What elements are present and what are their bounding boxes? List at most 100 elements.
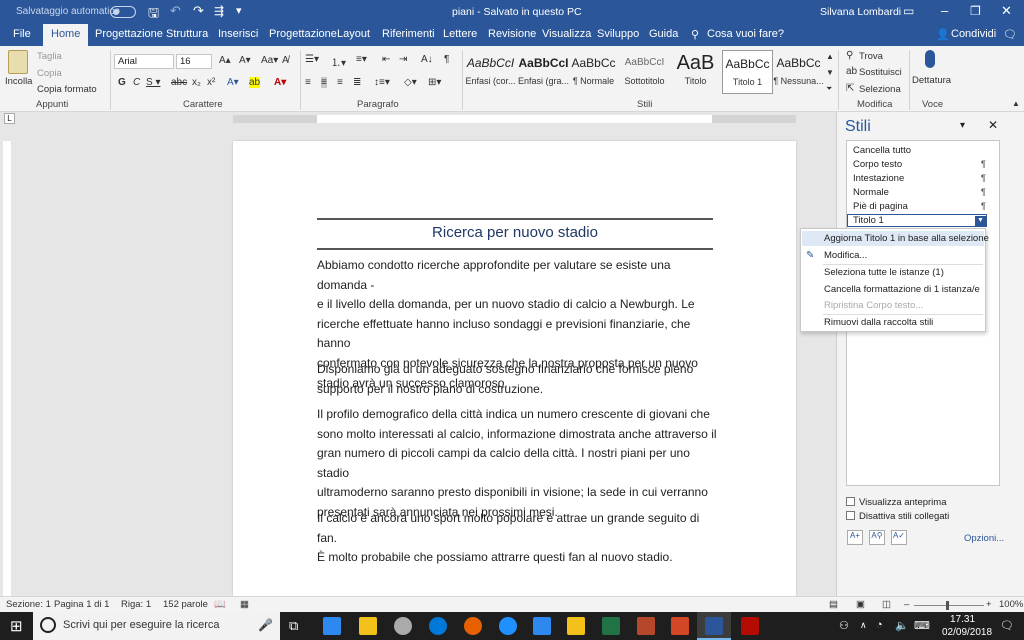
- customize-toolbar-icon[interactable]: ▾: [236, 4, 242, 17]
- style-item-pie-di-pagina[interactable]: Piè di pagina: [853, 201, 908, 212]
- copy-button[interactable]: Copia: [37, 68, 62, 79]
- style-item-corpo-testo[interactable]: Corpo testo: [853, 159, 902, 170]
- minimize-icon[interactable]: –: [941, 3, 948, 18]
- word-count[interactable]: 152 parole: [163, 599, 208, 610]
- menu-item-select-all-instances[interactable]: Seleziona tutte le istanze (1): [824, 267, 944, 278]
- style-nessuna-spaziatura[interactable]: AaBbCc ¶ Nessuna...: [773, 50, 824, 94]
- tab-inserisci[interactable]: Inserisci: [218, 28, 258, 40]
- bold-icon[interactable]: G: [118, 77, 126, 88]
- clock-time[interactable]: 17.31: [950, 614, 975, 625]
- internet-explorer-icon[interactable]: [499, 617, 517, 635]
- style-sottotitolo[interactable]: AaBbCcI Sottotitolo: [619, 50, 670, 94]
- file-explorer-icon[interactable]: [359, 617, 377, 635]
- document-heading[interactable]: Ricerca per nuovo stadio: [317, 224, 713, 241]
- style-dropdown-icon[interactable]: ▼: [975, 216, 986, 226]
- style-titolo-1[interactable]: AaBbCc Titolo 1: [722, 50, 773, 94]
- redo-icon[interactable]: ↷: [193, 3, 204, 19]
- line-spacing-icon[interactable]: ↕≡▾: [374, 77, 390, 88]
- taskbar-search-input[interactable]: Scrivi qui per eseguire la ricerca: [63, 619, 220, 631]
- style-titolo[interactable]: AaB Titolo: [670, 50, 721, 94]
- section-indicator[interactable]: Sezione: 1: [6, 599, 51, 610]
- app-icon-generic[interactable]: [323, 617, 341, 635]
- numbering-icon[interactable]: ⒈▾: [331, 54, 346, 69]
- style-enfasi-corsivo[interactable]: AaBbCcI Enfasi (cor...: [465, 50, 516, 94]
- tell-me-search[interactable]: Cosa vuoi fare?: [707, 28, 784, 40]
- gallery-more-icon[interactable]: ⏷: [826, 84, 832, 94]
- sort-icon[interactable]: A↓: [421, 54, 433, 65]
- select-button[interactable]: Seleziona: [859, 84, 901, 95]
- zoom-in-icon[interactable]: +: [986, 599, 992, 610]
- zoom-out-icon[interactable]: –: [904, 599, 909, 610]
- style-item-cancella-tutto[interactable]: Cancella tutto: [853, 145, 911, 156]
- font-color-icon[interactable]: A▾: [274, 77, 286, 88]
- change-case-icon[interactable]: Aa▾: [261, 55, 278, 66]
- clear-formatting-icon[interactable]: A̸: [282, 55, 289, 66]
- tab-struttura[interactable]: Struttura: [166, 28, 208, 40]
- firefox-icon[interactable]: [464, 617, 482, 635]
- maximize-icon[interactable]: ❐: [970, 4, 981, 18]
- body-paragraph[interactable]: Il calcio è ancora uno sport molto popol…: [317, 509, 717, 568]
- comments-icon[interactable]: 🗨: [1003, 28, 1017, 41]
- style-item-titolo-1[interactable]: Titolo 1: [853, 215, 884, 226]
- undo-icon[interactable]: ↶: [170, 3, 181, 19]
- ribbon-display-icon[interactable]: ▭: [903, 4, 914, 18]
- menu-item-remove-from-gallery[interactable]: Rimuovi dalla raccolta stili: [824, 317, 933, 328]
- proofing-icon[interactable]: 📖: [214, 599, 226, 610]
- tab-progettazione[interactable]: Progettazione: [95, 28, 163, 40]
- tab-visualizza[interactable]: Visualizza: [542, 28, 591, 40]
- body-paragraph[interactable]: Il profilo demografico della città indic…: [317, 405, 717, 523]
- people-icon[interactable]: ⚇: [839, 619, 849, 632]
- tab-revisione[interactable]: Revisione: [488, 28, 536, 40]
- align-right-icon[interactable]: ≡: [337, 77, 343, 88]
- app-icon-generic[interactable]: [567, 617, 585, 635]
- edge-icon[interactable]: [429, 617, 447, 635]
- pane-options-icon[interactable]: ▾: [960, 120, 965, 131]
- zoom-level[interactable]: 100%: [999, 599, 1023, 610]
- zoom-slider[interactable]: [914, 605, 984, 606]
- underline-icon[interactable]: S ▾: [146, 77, 160, 88]
- save-icon[interactable]: 🖫: [148, 4, 159, 26]
- access-icon[interactable]: [637, 617, 655, 635]
- acrobat-icon[interactable]: [741, 617, 759, 635]
- tab-selector-icon[interactable]: L: [4, 113, 15, 124]
- line-indicator[interactable]: Riga: 1: [121, 599, 151, 610]
- paste-icon[interactable]: [8, 50, 28, 74]
- app-icon-generic[interactable]: [533, 617, 551, 635]
- shrink-font-icon[interactable]: A▾: [239, 55, 251, 66]
- word-icon[interactable]: [705, 617, 723, 635]
- grow-font-icon[interactable]: A▴: [219, 55, 231, 66]
- tab-lettere[interactable]: Lettere: [443, 28, 477, 40]
- borders-icon[interactable]: ⊞▾: [428, 77, 441, 88]
- tab-sviluppo[interactable]: Sviluppo: [597, 28, 639, 40]
- cortana-icon[interactable]: [40, 617, 56, 633]
- style-inspector-icon[interactable]: A⚲: [869, 530, 885, 545]
- microphone-icon[interactable]: 🎤: [258, 618, 273, 632]
- tab-home[interactable]: Home: [43, 24, 89, 46]
- style-item-intestazione[interactable]: Intestazione: [853, 173, 904, 184]
- web-layout-icon[interactable]: ◫: [882, 599, 891, 610]
- gallery-up-icon[interactable]: ▲: [826, 52, 834, 61]
- cut-button[interactable]: Taglia: [37, 51, 62, 62]
- windows-start-icon[interactable]: ⊞: [10, 617, 23, 635]
- autosave-toggle[interactable]: [110, 6, 136, 18]
- user-name[interactable]: Silvana Lombardi: [820, 6, 901, 18]
- volume-icon[interactable]: 🔈: [895, 619, 909, 632]
- justify-icon[interactable]: ≣: [353, 77, 361, 88]
- font-size-select[interactable]: 16: [176, 54, 212, 69]
- subscript-icon[interactable]: x₂: [192, 77, 201, 88]
- strikethrough-icon[interactable]: abc: [171, 77, 187, 88]
- clock-date[interactable]: 02/09/2018: [942, 627, 992, 638]
- tab-file[interactable]: File: [13, 28, 31, 40]
- highlight-icon[interactable]: ab: [249, 77, 261, 88]
- replace-button[interactable]: Sostituisci: [859, 67, 902, 78]
- horizontal-ruler[interactable]: L: [0, 112, 836, 126]
- style-enfasi-grassetto[interactable]: AaBbCcI Enfasi (gra...: [518, 50, 569, 94]
- macro-icon[interactable]: ▦: [240, 599, 249, 610]
- options-link[interactable]: Opzioni...: [964, 533, 1004, 544]
- microphone-icon[interactable]: [925, 50, 935, 68]
- increase-indent-icon[interactable]: ⇥: [399, 54, 407, 65]
- manage-styles-icon[interactable]: A✓: [891, 530, 907, 545]
- gallery-down-icon[interactable]: ▼: [826, 68, 834, 77]
- align-center-icon[interactable]: ≡: [321, 77, 327, 88]
- new-style-icon[interactable]: A+: [847, 530, 863, 545]
